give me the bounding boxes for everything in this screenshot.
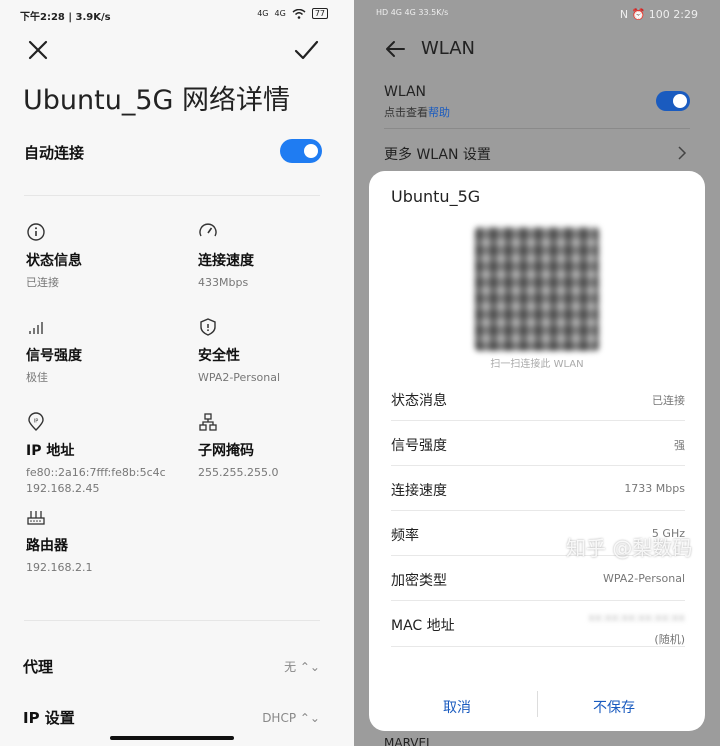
chevron-right-icon [678,146,687,160]
wlan-toggle[interactable] [656,91,690,111]
watermark: 知乎 @梨数码 [566,536,693,560]
dialog-ssid: Ubuntu_5G [391,187,481,206]
confirm-check-icon[interactable] [292,36,320,64]
svg-text:IP: IP [34,419,39,425]
auto-connect-toggle[interactable] [280,139,322,163]
page-title: Ubuntu_5G 网络详情 [23,85,291,116]
ip-settings-value: DHCP ⌃⌄ [262,710,320,725]
qr-caption: 扫一扫连接此 WLAN [490,359,584,370]
ip-location-icon: IP [28,412,44,431]
qr-code [475,227,599,351]
detail-row: 状态消息 已连接 [391,376,685,421]
wifi-icon [292,8,306,19]
speedometer-icon [199,223,217,237]
more-wlan-settings[interactable]: 更多 WLAN 设置 [384,144,491,164]
cell-signal-icon: 4G [274,9,286,18]
security-item: 安全性 WPA2-Personal [198,317,354,386]
connection-speed-item: 连接速度 433Mbps [198,222,354,291]
divider [24,620,320,621]
ip-address-item: IP IP 地址 fe80::2a16:7fff:fe8b:5c4c 192.1… [26,412,186,497]
auto-connect-label: 自动连接 [24,144,85,162]
status-right: N ⏰ 100 2:29 [619,8,698,21]
mac-address-row: MAC 地址 xx:xx:xx:xx:xx:xx (随机) [391,601,685,647]
wlan-settings-panel: HD 4G 4G 33.5K/s N ⏰ 100 2:29 WLAN WLAN … [354,0,720,746]
help-link[interactable]: 帮助 [428,106,450,119]
router-icon [27,511,45,525]
status-left: HD 4G 4G 33.5K/s [376,8,449,17]
status-time: 下午2:28 | 3.9K/s [20,12,111,23]
cell-signal-icon: 4G [257,9,269,18]
proxy-row[interactable]: 代理 无 ⌃⌄ [23,656,320,677]
ip-settings-row[interactable]: IP 设置 DHCP ⌃⌄ [23,707,320,728]
subnet-mask-item: 子网掩码 255.255.255.0 [198,412,354,481]
network-dialog: Ubuntu_5G 扫一扫连接此 WLAN 状态消息 已连接 信号强度强 连接速度… [369,171,705,731]
network-details-panel: 下午2:28 | 3.9K/s 4G 4G 77 Ubuntu_5G 网络详情 … [0,0,354,746]
forget-button[interactable]: 不保存 [593,697,635,717]
status-info-item: 状态信息 已连接 [26,222,186,291]
detail-row: 加密类型 WPA2-Personal [391,556,685,601]
close-icon[interactable] [24,36,52,64]
status-icons: 4G 4G 77 [257,8,328,19]
divider [384,128,690,129]
proxy-value: 无 ⌃⌄ [284,660,320,674]
back-arrow-icon[interactable] [384,38,406,60]
info-icon [27,223,45,241]
help-text: 点击查看帮助 [384,106,450,119]
page-title: WLAN [421,38,476,59]
subnet-icon [199,413,217,431]
signal-strength-item: 信号强度 极佳 [26,317,186,386]
divider [24,195,320,196]
signal-icon [29,322,43,334]
wlan-label: WLAN [384,84,427,100]
shield-icon [200,318,216,336]
detail-row: 连接速度 1733 Mbps [391,466,685,511]
router-item: 路由器 192.168.2.1 [26,507,186,576]
detail-row: 信号强度强 [391,421,685,466]
home-indicator[interactable] [110,736,234,740]
network-list-item[interactable]: MARVEL [384,736,433,746]
cancel-button[interactable]: 取消 [443,697,471,717]
divider [537,691,538,717]
battery-icon: 77 [311,8,328,19]
